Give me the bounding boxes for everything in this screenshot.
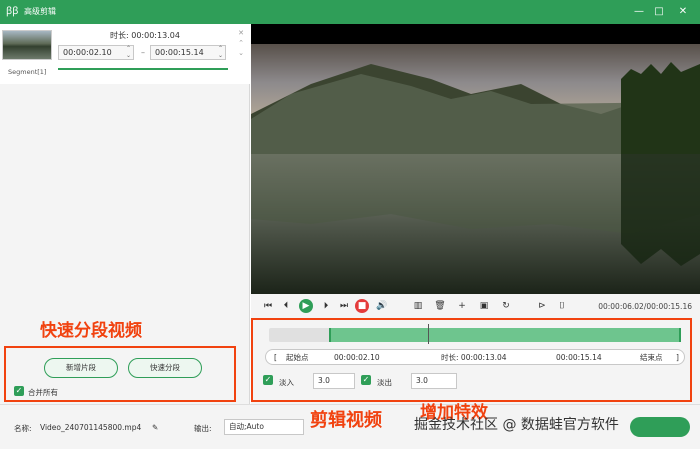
timeline-track[interactable] [269, 328, 681, 342]
delete-icon[interactable]: 🗑 [433, 299, 447, 313]
annotation-bottom: 剪辑视频 [310, 410, 382, 431]
end-point-label: 结束点 [640, 353, 663, 362]
start-point-label: 起始点 [286, 353, 309, 362]
window-title: 高级剪辑 [24, 7, 56, 16]
playhead[interactable] [428, 324, 429, 344]
output-dropdown[interactable]: 自动;Auto [224, 419, 304, 435]
annotation-left: 快速分段视频 [40, 321, 142, 341]
segment-end-field[interactable]: 00:00:15.14 ⌃ ⌄ [150, 45, 226, 60]
split-icon[interactable]: ▥ [411, 299, 425, 313]
video-frame [251, 44, 700, 294]
fade-in-checkbox[interactable]: ✓ [263, 375, 273, 385]
segment-duration: 时长: 00:00:13.04 [110, 31, 180, 40]
playback-controls: ⏮ ⏴ ▶ ⏵ ⏭ ■ 🔊 ▥ 🗑 + ▣ ↻ ⊳ ⌷ 00:00:06.02/… [251, 294, 700, 318]
playback-time: 00:00:06.02/00:00:15.16 [598, 302, 692, 311]
add-icon[interactable]: + [455, 299, 469, 313]
play-icon[interactable]: ▶ [299, 299, 313, 313]
segment-start-field[interactable]: 00:00:02.10 ⌃ ⌄ [58, 45, 134, 60]
skip-end-icon[interactable]: ⏭ [337, 299, 351, 313]
title-bar: ꞵꞵ 高级剪辑 — □ ✕ [0, 0, 700, 24]
watermark-text: 掘金技术社区 @ 数据蛙官方软件 [414, 417, 619, 433]
fade-out-checkbox[interactable]: ✓ [361, 375, 371, 385]
step-forward-icon[interactable]: ⏵ [319, 299, 333, 313]
reflection-graphic [251, 154, 700, 266]
segment-label: Segment[1] [8, 68, 47, 76]
edit-name-icon[interactable]: ✎ [152, 423, 158, 432]
mountain-graphic [251, 62, 700, 154]
maximize-icon[interactable]: □ [652, 5, 666, 19]
close-icon[interactable]: ✕ [236, 28, 246, 38]
bracket-left-icon[interactable]: [ [274, 352, 277, 364]
segment-progress [58, 68, 228, 70]
trim-duration: 时长: 00:00:13.04 [441, 353, 507, 362]
end-point-field[interactable]: 00:00:15.14 [556, 352, 602, 364]
spin-icon[interactable]: ⌃ ⌄ [218, 45, 223, 59]
quick-split-button[interactable]: 快速分段 [128, 358, 202, 378]
timeline-selection[interactable] [329, 328, 681, 342]
new-segment-button[interactable]: 新增片段 [44, 358, 118, 378]
mark-out-icon[interactable]: ⌷ [555, 299, 569, 313]
fade-out-field[interactable]: 3.0 [411, 373, 457, 389]
segment-card[interactable]: Segment[1] 时长: 00:00:13.04 00:00:02.10 ⌃… [0, 24, 250, 84]
mark-in-icon[interactable]: ⊳ [535, 299, 549, 313]
export-button[interactable] [630, 417, 690, 437]
close-icon[interactable]: ✕ [676, 5, 690, 19]
merge-all-label: 合并所有 [28, 388, 58, 397]
segment-separator: – [141, 48, 145, 57]
name-label: 名称: [14, 424, 32, 433]
chevron-up-icon[interactable]: ⌃ [236, 38, 246, 48]
fade-in-label: 淡入 [279, 378, 294, 387]
segment-thumbnail [2, 30, 52, 60]
segment-panel: Segment[1] 时长: 00:00:13.04 00:00:02.10 ⌃… [0, 24, 250, 404]
app-logo-icon: ꞵꞵ [6, 6, 19, 17]
segment-actions: ✕ ⌃ ⌄ [236, 28, 246, 58]
skip-start-icon[interactable]: ⏮ [261, 299, 275, 313]
reset-icon[interactable]: ↻ [499, 299, 513, 313]
copy-icon[interactable]: ▣ [477, 299, 491, 313]
minimize-icon[interactable]: — [632, 5, 646, 19]
output-label: 输出: [194, 424, 212, 433]
file-name: Video_240701145800.mp4 [40, 423, 142, 432]
edit-area: [ 起始点 00:00:02.10 时长: 00:00:13.04 00:00:… [251, 318, 700, 404]
video-preview[interactable] [251, 24, 700, 294]
fade-in-field[interactable]: 3.0 [313, 373, 355, 389]
fade-out-label: 淡出 [377, 378, 392, 387]
start-point-field[interactable]: 00:00:02.10 [334, 352, 380, 364]
bracket-right-icon[interactable]: ] [676, 352, 679, 364]
stop-icon[interactable]: ■ [355, 299, 369, 313]
merge-all-checkbox[interactable]: ✓ [14, 386, 24, 396]
trim-row: [ 起始点 00:00:02.10 时长: 00:00:13.04 00:00:… [265, 349, 685, 365]
chevron-down-icon[interactable]: ⌄ [236, 48, 246, 58]
volume-icon[interactable]: 🔊 [375, 299, 389, 313]
spin-icon[interactable]: ⌃ ⌄ [126, 45, 131, 59]
step-back-icon[interactable]: ⏴ [279, 299, 293, 313]
